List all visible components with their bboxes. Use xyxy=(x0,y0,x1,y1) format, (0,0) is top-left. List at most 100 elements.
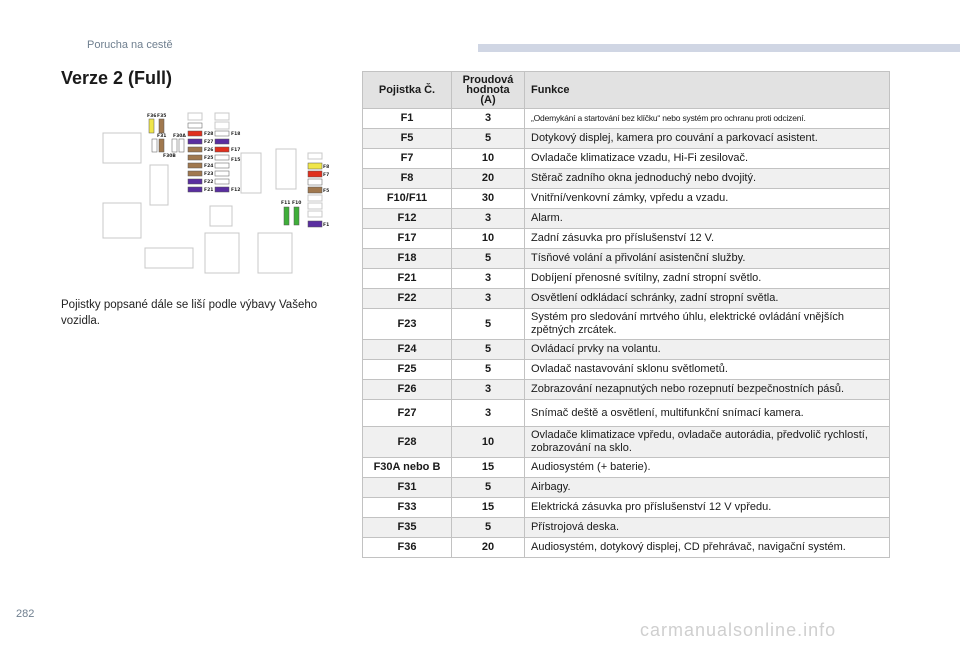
fuse-label-f5: F5 xyxy=(323,188,329,194)
table-row: F12 3 Alarm. xyxy=(362,208,890,229)
table-row: F36 20 Audiosystém, dotykový displej, CD p… xyxy=(362,537,890,558)
cell-function: Přístrojová deska. xyxy=(524,517,890,538)
header-bar xyxy=(478,44,960,52)
cell-function: Audiosystém, dotykový displej, CD přehrá… xyxy=(524,537,890,558)
cell-function: Elektrická zásuvka pro příslušenství 12 … xyxy=(524,497,890,518)
cell-function: Dotykový displej, kamera pro couvání a p… xyxy=(524,128,890,149)
page-number: 282 xyxy=(16,608,35,620)
table-row: F18 5 Tísňové volání a přivolání asistenčn… xyxy=(362,248,890,269)
fuse-label-f8: F8 xyxy=(323,164,329,170)
table-row: F35 5 Přístrojová deska. xyxy=(362,517,890,538)
cell-function: Alarm. xyxy=(524,208,890,229)
cell-fuse: F33 xyxy=(362,497,452,518)
fuse-table: Pojistka Č. Proudová hodnota (A) Funkce … xyxy=(362,71,890,558)
cell-amp: 15 xyxy=(451,497,525,518)
fuse-label-f30a: F30A xyxy=(173,133,186,139)
cell-function: „Odemykání a startování bez klíčku“ nebo… xyxy=(524,108,890,129)
cell-function: Stěrač zadního okna jednoduchý nebo dvoj… xyxy=(524,168,890,189)
cell-function: Zadní zásuvka pro příslušenství 12 V. xyxy=(524,228,890,249)
fuse-label-f7: F7 xyxy=(323,172,329,178)
cell-fuse: F12 xyxy=(362,208,452,229)
fuse-box-diagram: F36 F35 F31 F30A F30B F28 F27 F26 F25 F2… xyxy=(102,112,329,274)
cell-amp: 5 xyxy=(451,477,525,498)
fuse-label-f36: F36 xyxy=(147,113,156,119)
table-row: F26 3 Zobrazování nezapnutých nebo rozepnu… xyxy=(362,379,890,400)
fuse-label-f11: F11 xyxy=(281,200,290,206)
fuse-label-f12: F12 xyxy=(231,187,240,193)
fuse-label-f10: F10 xyxy=(292,200,301,206)
cell-function: Dobíjení přenosné svítilny, zadní stropn… xyxy=(524,268,890,289)
table-row: F17 10 Zadní zásuvka pro příslušenství 12 … xyxy=(362,228,890,249)
cell-fuse: F26 xyxy=(362,379,452,400)
cell-fuse: F31 xyxy=(362,477,452,498)
cell-fuse: F35 xyxy=(362,517,452,538)
cell-amp: 20 xyxy=(451,168,525,189)
cell-fuse: F17 xyxy=(362,228,452,249)
table-row: F10/F11 30 Vnitřní/venkovní zámky, vpředu … xyxy=(362,188,890,209)
fuse-label-f1: F1 xyxy=(323,222,329,228)
cell-amp: 3 xyxy=(451,379,525,400)
table-row: F22 3 Osvětlení odkládací schránky, zadní … xyxy=(362,288,890,309)
cell-fuse: F36 xyxy=(362,537,452,558)
cell-amp: 10 xyxy=(451,228,525,249)
table-row: F31 5 Airbagy. xyxy=(362,477,890,498)
cell-fuse: F5 xyxy=(362,128,452,149)
table-row: F28 10 Ovladače klimatizace vpředu, ovlada… xyxy=(362,426,890,458)
cell-function: Osvětlení odkládací schránky, zadní stro… xyxy=(524,288,890,309)
cell-fuse: F22 xyxy=(362,288,452,309)
cell-amp: 3 xyxy=(451,208,525,229)
cell-fuse: F8 xyxy=(362,168,452,189)
cell-amp: 10 xyxy=(451,148,525,169)
cell-function: Ovládací prvky na volantu. xyxy=(524,339,890,360)
fuse-label-f21: F21 xyxy=(204,187,213,193)
cell-fuse: F28 xyxy=(362,426,452,458)
cell-function: Zobrazování nezapnutých nebo rozepnutí b… xyxy=(524,379,890,400)
fuse-label-f17: F17 xyxy=(231,147,240,153)
cell-amp: 30 xyxy=(451,188,525,209)
fuse-label-f30b: F30B xyxy=(163,153,176,159)
cell-fuse: F27 xyxy=(362,399,452,427)
table-row: F21 3 Dobíjení přenosné svítilny, zadní st… xyxy=(362,268,890,289)
cell-amp: 3 xyxy=(451,108,525,129)
fuse-label-f28: F28 xyxy=(204,131,213,137)
table-row: F1 3 „Odemykání a startování bez klíčku“ n… xyxy=(362,108,890,129)
cell-amp: 20 xyxy=(451,537,525,558)
table-header-row: Pojistka Č. Proudová hodnota (A) Funkce xyxy=(362,71,890,109)
cell-amp: 5 xyxy=(451,308,525,340)
table-row: F33 15 Elektrická zásuvka pro příslušenstv… xyxy=(362,497,890,518)
header-amp: Proudová hodnota (A) xyxy=(451,71,525,109)
cell-amp: 5 xyxy=(451,339,525,360)
cell-fuse: F24 xyxy=(362,339,452,360)
cell-function: Ovladače klimatizace vzadu, Hi-Fi zesilo… xyxy=(524,148,890,169)
cell-fuse: F21 xyxy=(362,268,452,289)
fuse-label-f27: F27 xyxy=(204,139,213,145)
fuse-label-f15: F15 xyxy=(231,157,240,163)
table-row: F8 20 Stěrač zadního okna jednoduchý nebo … xyxy=(362,168,890,189)
cell-fuse: F23 xyxy=(362,308,452,340)
table-row: F23 5 Systém pro sledování mrtvého úhlu, e… xyxy=(362,308,890,340)
cell-function: Vnitřní/venkovní zámky, vpředu a vzadu. xyxy=(524,188,890,209)
cell-amp: 15 xyxy=(451,457,525,478)
cell-function: Ovladače klimatizace vpředu, ovladače au… xyxy=(524,426,890,458)
fuse-label-f26: F26 xyxy=(204,147,213,153)
fuse-label-f24: F24 xyxy=(204,163,213,169)
cell-amp: 3 xyxy=(451,288,525,309)
header-function: Funkce xyxy=(524,71,890,109)
cell-fuse: F7 xyxy=(362,148,452,169)
fuse-label-f35: F35 xyxy=(157,113,166,119)
cell-function: Airbagy. xyxy=(524,477,890,498)
cell-fuse: F30A nebo B xyxy=(362,457,452,478)
fuse-label-f18: F18 xyxy=(231,131,240,137)
fuse-label-f22: F22 xyxy=(204,179,213,185)
cell-fuse: F10/F11 xyxy=(362,188,452,209)
table-row: F27 3 Snímač deště a osvětlení, multifunkč… xyxy=(362,399,890,427)
fuse-label-f31: F31 xyxy=(157,133,166,139)
cell-function: Tísňové volání a přivolání asistenční sl… xyxy=(524,248,890,269)
cell-fuse: F25 xyxy=(362,359,452,380)
watermark: carmanualsonline.info xyxy=(640,620,837,640)
table-row: F25 5 Ovladač nastavování sklonu světlomet… xyxy=(362,359,890,380)
cell-amp: 3 xyxy=(451,399,525,427)
cell-amp: 5 xyxy=(451,248,525,269)
cell-amp: 3 xyxy=(451,268,525,289)
cell-function: Ovladač nastavování sklonu světlometů. xyxy=(524,359,890,380)
